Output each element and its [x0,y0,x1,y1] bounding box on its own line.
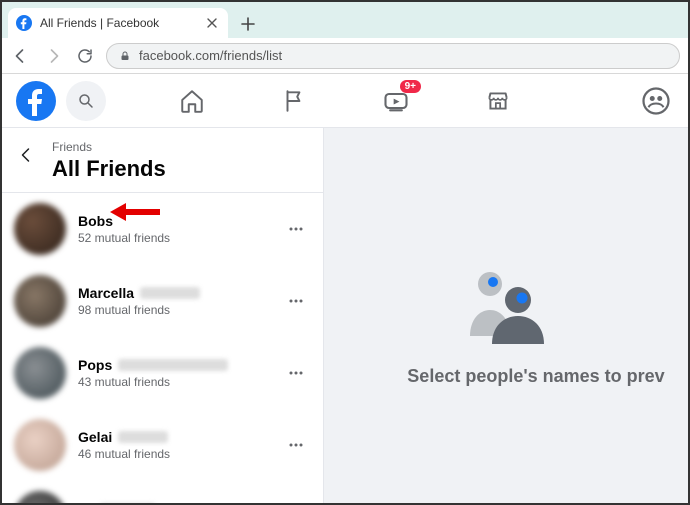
watch-icon[interactable]: 9+ [381,86,411,116]
groups-icon[interactable] [638,83,674,119]
sidebar-back-icon[interactable] [16,144,38,166]
friend-more-icon[interactable] [281,214,311,244]
friend-more-icon[interactable] [281,286,311,316]
friend-row[interactable]: Marcella 98 mutual friends [2,265,323,337]
friend-more-icon[interactable] [281,502,311,503]
friend-subtext: 52 mutual friends [78,231,269,245]
redacted-text [118,359,228,371]
tab-strip: All Friends | Facebook [2,2,688,38]
pages-flag-icon[interactable] [279,86,309,116]
lock-icon [119,50,131,62]
avatar [14,419,66,471]
friend-more-icon[interactable] [281,430,311,460]
watch-badge: 9+ [400,80,421,93]
friend-name: Pops [78,357,112,373]
browser-tab[interactable]: All Friends | Facebook [8,8,228,38]
friend-row[interactable]: Jv 4 mutual friends [2,481,323,503]
facebook-favicon [16,15,32,31]
back-icon[interactable] [10,45,32,67]
breadcrumb: Friends [52,140,166,154]
friend-name: Gelai [78,429,112,445]
facebook-topbar: 9+ [2,74,688,128]
page-title: All Friends [52,156,166,182]
avatar [14,491,66,503]
friend-subtext: 46 mutual friends [78,447,269,461]
reload-icon[interactable] [74,45,96,67]
friend-row[interactable]: Gelai 46 mutual friends [2,409,323,481]
new-tab-button[interactable] [234,10,262,38]
home-icon[interactable] [177,86,207,116]
avatar [14,347,66,399]
friend-row[interactable]: Bobs 52 mutual friends [2,193,323,265]
facebook-logo[interactable] [16,81,56,121]
friend-name: Bobs [78,213,113,229]
url-text: facebook.com/friends/list [139,48,282,63]
url-field[interactable]: facebook.com/friends/list [106,43,680,69]
avatar [14,203,66,255]
placeholder-text: Select people's names to prev [324,366,688,387]
search-button[interactable] [66,81,106,121]
address-bar: facebook.com/friends/list [2,38,688,74]
friends-sidebar: Friends All Friends Bobs 52 mutual frien… [2,128,324,503]
redacted-text [140,287,200,299]
page-body: Friends All Friends Bobs 52 mutual frien… [2,128,688,503]
people-placeholder-icon [456,264,556,344]
close-tab-icon[interactable] [204,15,220,31]
friend-row[interactable]: Pops 43 mutual friends [2,337,323,409]
forward-icon[interactable] [42,45,64,67]
redacted-text [118,431,168,443]
friend-name: Jv [78,501,94,503]
avatar [14,275,66,327]
sidebar-header: Friends All Friends [2,128,323,193]
main-panel: Select people's names to prev [324,128,688,503]
friend-name: Marcella [78,285,134,301]
friend-more-icon[interactable] [281,358,311,388]
browser-chrome: All Friends | Facebook facebook.com/frie… [2,2,688,74]
friend-subtext: 43 mutual friends [78,375,269,389]
friend-subtext: 98 mutual friends [78,303,269,317]
friend-list: Bobs 52 mutual friends Marcella 98 mutua… [2,193,323,503]
marketplace-icon[interactable] [483,86,513,116]
tab-title: All Friends | Facebook [40,16,196,30]
